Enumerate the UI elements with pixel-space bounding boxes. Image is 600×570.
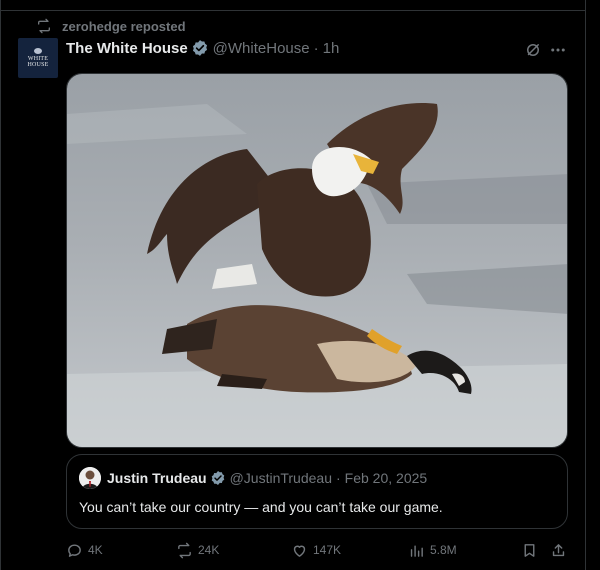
eagle-goose-photo	[67, 74, 567, 447]
reply-button[interactable]: 4K	[66, 540, 103, 560]
action-bar: 4K 24K 147K 5.8M	[66, 540, 570, 560]
heart-icon	[293, 545, 306, 557]
reply-count: 4K	[88, 543, 103, 557]
avatar-text-2: HOUSE	[27, 62, 49, 68]
person-avatar-icon	[79, 467, 101, 489]
quoted-verified-badge-icon[interactable]	[210, 470, 226, 486]
right-border	[585, 0, 586, 570]
quoted-post-date[interactable]: Feb 20, 2025	[345, 470, 428, 486]
author-handle[interactable]: @WhiteHouse	[213, 40, 310, 57]
share-button[interactable]	[550, 540, 567, 560]
quoted-author-name[interactable]: Justin Trudeau	[107, 470, 207, 486]
repost-count: 24K	[198, 543, 220, 557]
left-border	[0, 0, 1, 570]
more-options-icon[interactable]	[549, 41, 567, 59]
view-count: 5.8M	[430, 543, 457, 557]
grok-icon[interactable]	[524, 41, 542, 59]
post-time[interactable]: 1h	[323, 40, 340, 57]
verified-badge-icon[interactable]	[191, 39, 209, 57]
author-name[interactable]: The White House	[66, 40, 188, 57]
post-header: The White House @WhiteHouse · 1h	[66, 38, 339, 58]
quoted-header: Justin Trudeau @JustinTrudeau · Feb 20, …	[107, 469, 427, 487]
repost-text: zerohedge reposted	[62, 18, 186, 34]
quoted-author-handle[interactable]: @JustinTrudeau	[230, 470, 332, 486]
post-image[interactable]	[66, 73, 568, 448]
quoted-avatar[interactable]	[79, 467, 101, 489]
quoted-post[interactable]: Justin Trudeau @JustinTrudeau · Feb 20, …	[66, 454, 568, 529]
reply-icon	[68, 543, 81, 557]
repost-context[interactable]: zerohedge reposted	[36, 16, 186, 36]
top-divider	[0, 10, 586, 11]
bookmark-icon	[524, 543, 535, 557]
repost-action-icon	[178, 542, 191, 558]
seal-icon	[34, 48, 42, 54]
separator-dot: ·	[313, 39, 319, 57]
views-button[interactable]: 5.8M	[408, 540, 457, 560]
repost-button[interactable]: 24K	[176, 540, 219, 560]
avatar[interactable]: WHITE HOUSE	[18, 38, 58, 78]
quoted-separator-dot: ·	[336, 470, 341, 486]
quoted-post-text: You can’t take our country — and you can…	[79, 499, 443, 515]
repost-icon	[38, 18, 50, 34]
share-icon	[552, 543, 565, 556]
bookmark-button[interactable]	[521, 540, 538, 560]
views-chart-icon	[410, 545, 423, 557]
like-button[interactable]: 147K	[291, 540, 341, 560]
like-count: 147K	[313, 543, 342, 557]
